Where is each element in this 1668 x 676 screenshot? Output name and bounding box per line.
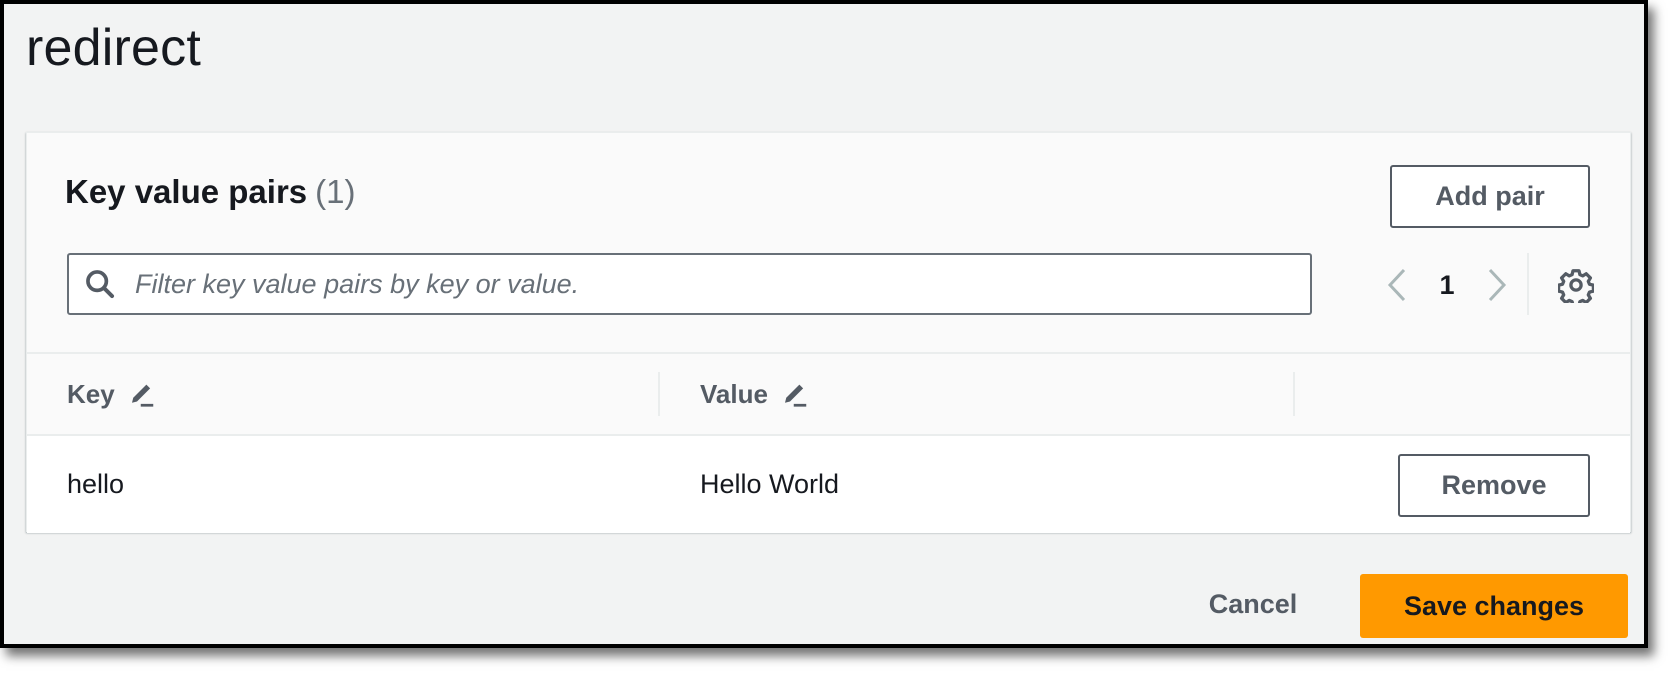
column-header-value: Value — [700, 354, 810, 434]
panel-title-text: Key value pairs — [65, 173, 308, 210]
save-changes-button[interactable]: Save changes — [1360, 574, 1628, 638]
key-value-table: Key Value hello Hello World Remove — [27, 352, 1630, 533]
search-icon — [86, 270, 115, 299]
panel-title: Key value pairs (1) — [65, 173, 355, 211]
current-page-number[interactable]: 1 — [1412, 270, 1482, 301]
pencil-icon — [784, 384, 807, 407]
previous-page-button[interactable] — [1382, 265, 1412, 305]
column-header-label: Key — [67, 378, 115, 409]
cancel-button[interactable]: Cancel — [1178, 572, 1328, 636]
column-header-key: Key — [67, 354, 157, 434]
table-header: Key Value — [27, 352, 1630, 436]
filter-input[interactable] — [133, 254, 1310, 314]
chevron-right-icon — [1488, 268, 1507, 302]
filter-field[interactable] — [67, 253, 1312, 315]
gear-icon[interactable] — [1558, 267, 1594, 303]
column-divider[interactable] — [1293, 372, 1295, 416]
key-value-pairs-panel: Key value pairs(1) Add pair 1 — [26, 132, 1631, 533]
table-row: hello Hello World Remove — [27, 436, 1630, 533]
pairs-count: (1) — [315, 173, 356, 210]
pencil-icon — [131, 384, 153, 407]
pagination: 1 — [1382, 257, 1512, 313]
next-page-button[interactable] — [1482, 265, 1512, 305]
chevron-left-icon — [1387, 268, 1406, 302]
cell-key: hello — [67, 469, 125, 499]
column-header-label: Value — [700, 378, 768, 409]
panel-header: Key value pairs(1) Add pair 1 — [27, 133, 1630, 352]
remove-button[interactable]: Remove — [1398, 454, 1590, 517]
pager-divider — [1527, 253, 1529, 315]
page-title: redirect — [26, 19, 201, 77]
add-pair-button[interactable]: Add pair — [1390, 165, 1590, 228]
column-divider[interactable] — [658, 372, 660, 416]
window-frame: redirect Key value pairs(1) Add pair 1 — [0, 0, 1648, 648]
cell-value: Hello World — [700, 469, 840, 499]
